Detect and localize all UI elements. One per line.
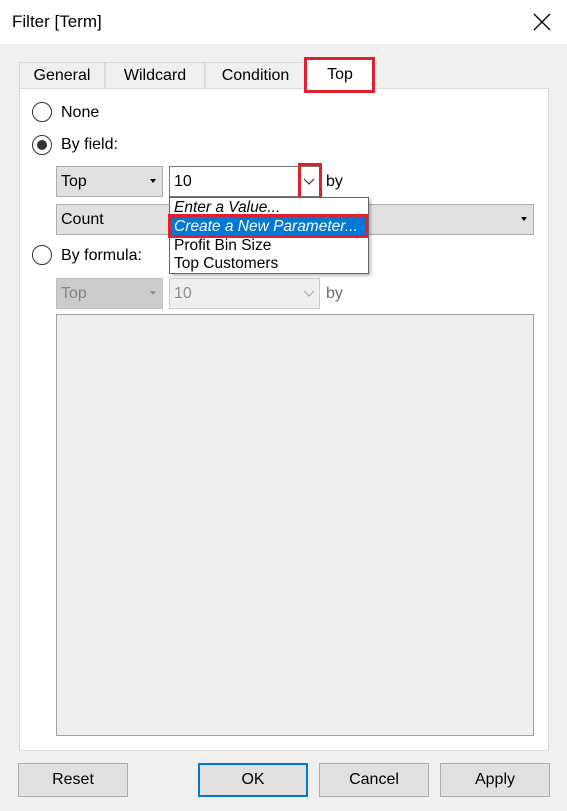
by-formula-direction-value: Top	[61, 284, 87, 302]
radio-by-formula-label: By formula:	[61, 247, 142, 264]
dropdown-item-label: Create a New Parameter...	[174, 218, 358, 235]
by-formula-count-value: 10	[174, 285, 192, 302]
apply-button[interactable]: Apply	[440, 763, 550, 797]
by-field-direction-select[interactable]: Top	[56, 166, 163, 197]
chevron-down-icon	[303, 178, 315, 185]
formula-editor[interactable]	[56, 314, 534, 736]
by-formula-count-dropdown-button[interactable]	[299, 279, 319, 308]
tab-general-label: General	[33, 67, 91, 84]
dropdown-item-create-parameter[interactable]: Create a New Parameter...	[170, 217, 368, 236]
chevron-down-icon	[150, 179, 156, 183]
count-dropdown-list: Enter a Value... Create a New Parameter.…	[169, 197, 369, 274]
by-field-count-combo[interactable]: 10	[169, 166, 320, 197]
title-bar: Filter [Term]	[0, 0, 567, 44]
dropdown-item-profit-bin-size[interactable]: Profit Bin Size	[170, 236, 368, 255]
by-field-aggregation-value: Count	[61, 210, 104, 228]
tab-condition[interactable]: Condition	[205, 62, 306, 89]
dropdown-item-label: Profit Bin Size	[174, 237, 272, 254]
chevron-down-icon	[150, 291, 156, 295]
tab-general[interactable]: General	[19, 62, 105, 89]
cancel-button[interactable]: Cancel	[319, 763, 429, 797]
by-formula-by-label: by	[326, 285, 343, 302]
radio-by-field[interactable]	[32, 135, 52, 155]
close-icon	[533, 13, 551, 31]
radio-none[interactable]	[32, 102, 52, 122]
by-field-direction-value: Top	[61, 172, 87, 190]
radio-none-label: None	[61, 104, 100, 121]
by-formula-direction-select[interactable]: Top	[56, 278, 163, 309]
dropdown-item-top-customers[interactable]: Top Customers	[170, 254, 368, 273]
by-field-count-dropdown-button[interactable]	[299, 167, 319, 196]
reset-button[interactable]: Reset	[18, 763, 128, 797]
tab-wildcard-label: Wildcard	[123, 67, 187, 84]
window-title: Filter [Term]	[12, 12, 102, 31]
tab-top-label: Top	[327, 65, 353, 83]
chevron-down-icon	[303, 290, 315, 297]
tab-top[interactable]: Top	[306, 58, 374, 90]
radio-by-formula[interactable]	[32, 245, 52, 265]
tab-condition-label: Condition	[221, 67, 290, 84]
chevron-down-icon	[521, 217, 527, 221]
dropdown-item-label: Enter a Value...	[174, 199, 281, 216]
ok-button[interactable]: OK	[198, 763, 308, 797]
tab-wildcard[interactable]: Wildcard	[105, 62, 205, 89]
by-field-count-value: 10	[174, 173, 192, 190]
dropdown-item-label: Top Customers	[174, 255, 279, 272]
radio-by-field-label: By field:	[61, 136, 118, 153]
close-button[interactable]	[522, 2, 562, 42]
by-formula-count-combo[interactable]: 10	[169, 278, 320, 309]
radio-selected-dot	[37, 140, 47, 150]
dropdown-item-enter-value[interactable]: Enter a Value...	[170, 198, 368, 217]
by-field-by-label: by	[326, 173, 343, 190]
